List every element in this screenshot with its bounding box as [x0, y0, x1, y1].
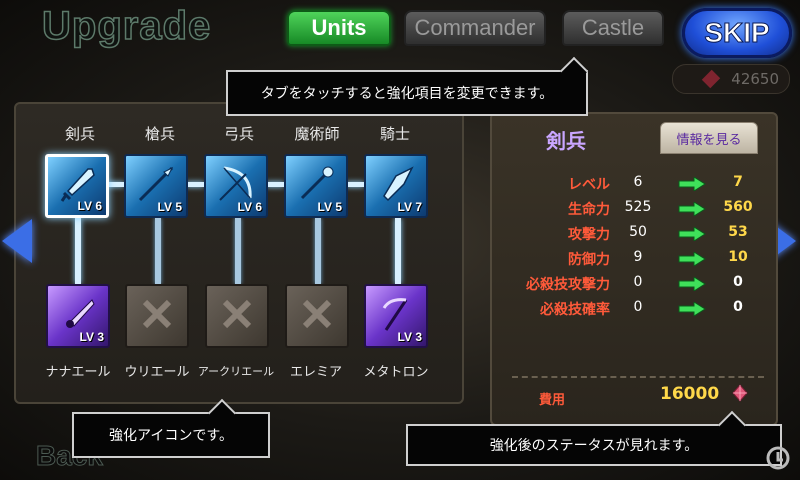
- stat-next: 560: [723, 199, 753, 215]
- connector-line: [395, 218, 401, 284]
- locked-slot: [205, 284, 269, 348]
- callout-icons: 強化アイコンです。: [72, 398, 270, 458]
- currency-value: 42650: [731, 70, 779, 88]
- stat-row: 攻撃力 50 53: [500, 224, 770, 246]
- arrow-right-icon: [678, 302, 706, 316]
- arrow-right-icon: [678, 202, 706, 216]
- scythe-icon: [382, 298, 408, 331]
- stat-next: 53: [728, 224, 748, 240]
- watermark-logo: [766, 446, 790, 470]
- stat-row: 生命力 525 560: [500, 199, 770, 221]
- callout-tabs: タブをタッチすると強化項目を変更できます。: [226, 56, 589, 116]
- stat-row: 防御力 9 10: [500, 249, 770, 271]
- character-level: LV 3: [397, 330, 422, 344]
- unit-name: 弓兵: [223, 125, 254, 143]
- callout-text: 強化後のステータスが見れます。: [489, 438, 699, 454]
- cost-value: 16000: [660, 384, 720, 404]
- stat-label: 必殺技確率: [540, 302, 610, 318]
- unit-level: LV 5: [317, 200, 342, 214]
- unit-level: LV 6: [77, 199, 102, 213]
- arrow-right-icon: [678, 177, 706, 191]
- staff-icon: [300, 166, 334, 200]
- view-info-button[interactable]: 情報を見る: [660, 122, 758, 154]
- arrow-right-icon: [678, 252, 706, 266]
- divider: [512, 376, 764, 378]
- stat-current: 9: [633, 249, 643, 265]
- stat-label: 必殺技攻撃力: [526, 277, 610, 293]
- unit-icon-mage[interactable]: LV 5: [284, 154, 348, 218]
- stat-next: 7: [733, 174, 743, 190]
- page-title: Upgrade: [41, 3, 212, 49]
- unit-name: 騎士: [379, 125, 410, 143]
- selected-unit-name: 剣兵: [546, 129, 586, 153]
- stat-next: 10: [728, 249, 748, 265]
- bow-icon: [219, 166, 252, 201]
- unit-name: 剣兵: [64, 125, 95, 143]
- unit-icon-knight[interactable]: LV 7: [364, 154, 428, 218]
- arrow-right-icon: [678, 227, 706, 241]
- lock-x-icon: [142, 299, 172, 329]
- character-icon-nanael[interactable]: LV 3: [46, 284, 110, 348]
- connector-line: [346, 182, 364, 187]
- arrow-right-icon: [678, 277, 706, 291]
- stat-current: 50: [629, 224, 647, 240]
- currency-display: 42650: [672, 64, 790, 94]
- gem-icon: [702, 69, 721, 89]
- unit-level: LV 5: [157, 200, 182, 214]
- unit-level: LV 6: [237, 200, 262, 214]
- locked-slot: [285, 284, 349, 348]
- unit-icon-swordsman[interactable]: LV 6: [45, 154, 109, 218]
- unit-name: 槍兵: [144, 125, 175, 143]
- stat-current: 6: [633, 174, 643, 190]
- stat-label: 生命力: [568, 202, 610, 218]
- unit-icon-archer[interactable]: LV 6: [204, 154, 268, 218]
- stat-label: 攻撃力: [568, 227, 610, 243]
- skip-button[interactable]: SKIP: [682, 8, 792, 58]
- stat-row: レベル 6 7: [500, 174, 770, 196]
- lance-icon: [383, 166, 414, 202]
- gem-icon: [732, 384, 748, 402]
- tab-commander[interactable]: Commander: [404, 10, 546, 46]
- lock-x-icon: [302, 299, 332, 329]
- stat-current: 0: [633, 274, 643, 290]
- tab-castle[interactable]: Castle: [562, 10, 664, 46]
- tab-units[interactable]: Units: [287, 10, 391, 46]
- stat-row: 必殺技確率 0 0: [500, 299, 770, 321]
- callout-text: タブをタッチすると強化項目を変更できます。: [260, 86, 554, 102]
- stat-next: 0: [733, 274, 743, 290]
- callout-status: 強化後のステータスが見れます。: [406, 410, 782, 466]
- connector-line: [235, 218, 241, 284]
- stat-current: 525: [624, 199, 652, 215]
- unit-icon-spearman[interactable]: LV 5: [124, 154, 188, 218]
- stat-current: 0: [633, 299, 643, 315]
- connector-line: [186, 182, 204, 187]
- lock-x-icon: [222, 299, 252, 329]
- blade-icon: [66, 299, 95, 328]
- connector-line: [315, 218, 321, 284]
- cost-label: 費用: [539, 393, 566, 408]
- callout-text: 強化アイコンです。: [109, 428, 233, 444]
- prev-arrow-icon[interactable]: [2, 219, 32, 263]
- spear-icon: [138, 166, 174, 202]
- connector-line: [266, 182, 284, 187]
- callout-tail: [559, 56, 589, 86]
- unit-name: 魔術師: [294, 125, 340, 143]
- unit-level: LV 7: [397, 200, 422, 214]
- connector-line: [75, 218, 81, 284]
- stat-label: レベル: [568, 177, 610, 193]
- stat-label: 防御力: [568, 252, 610, 268]
- connector-line: [155, 218, 161, 284]
- stat-next: 0: [733, 299, 743, 315]
- character-name: メタトロン: [363, 365, 429, 380]
- character-level: LV 3: [79, 330, 104, 344]
- character-icon-metatron[interactable]: LV 3: [364, 284, 428, 348]
- stat-row: 必殺技攻撃力 0 0: [500, 274, 770, 296]
- locked-slot: [125, 284, 189, 348]
